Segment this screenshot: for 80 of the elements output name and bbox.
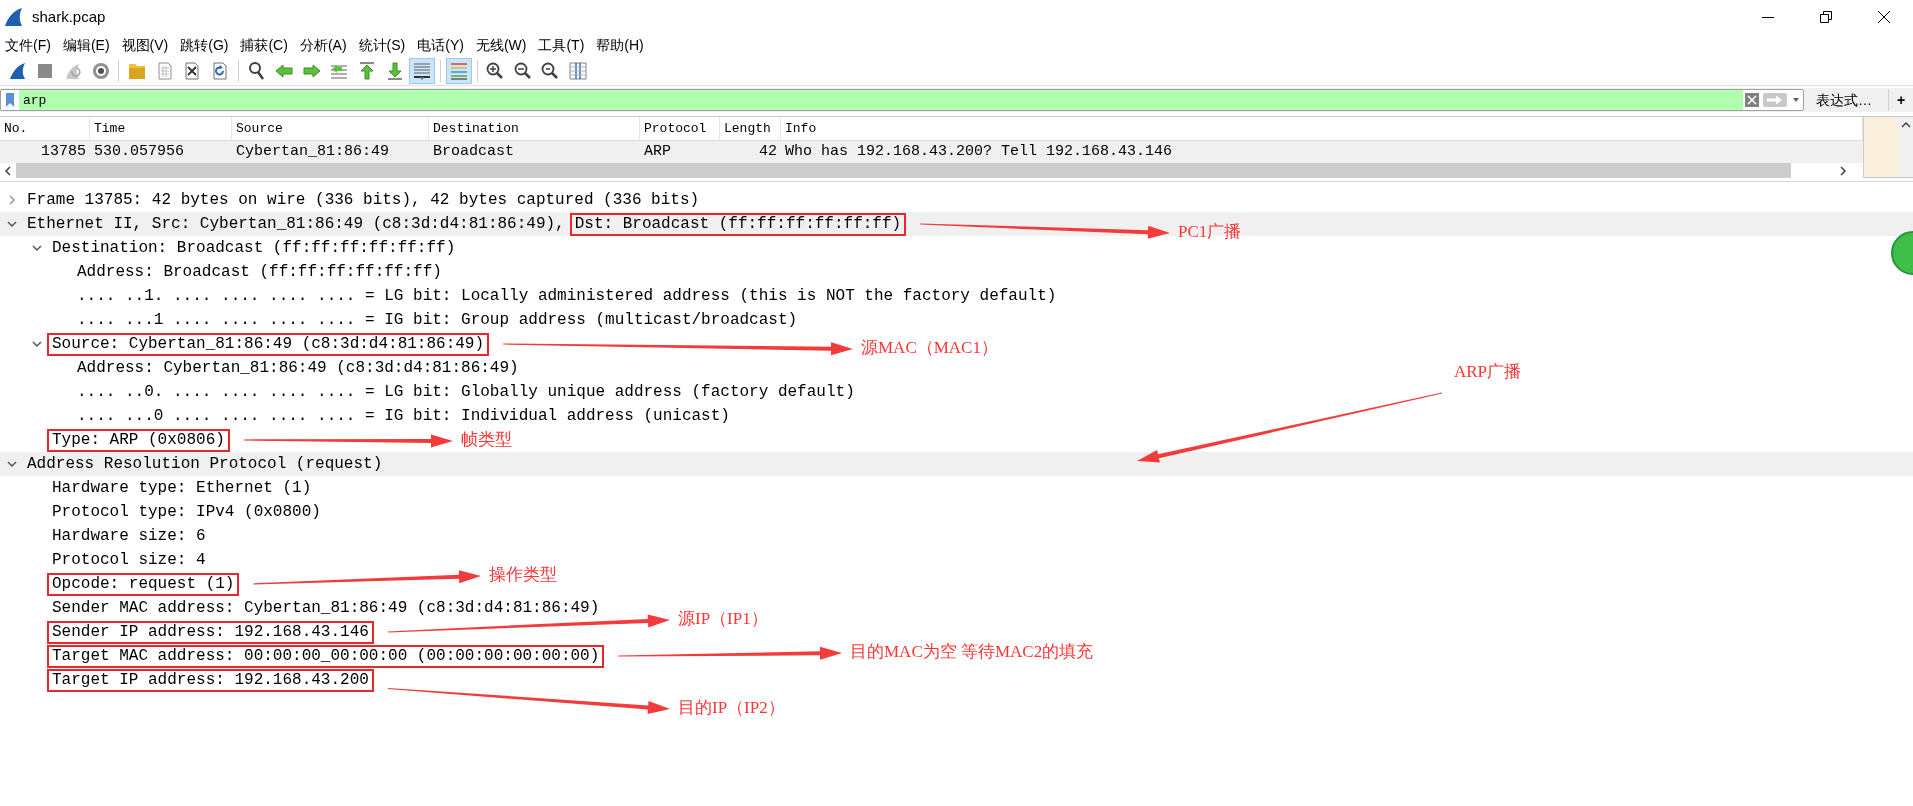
status-badge-icon — [1891, 231, 1913, 275]
column-header[interactable]: Time — [90, 117, 232, 140]
tree-item[interactable]: Address Resolution Protocol (request) — [27, 452, 383, 476]
scroll-right-icon — [1839, 165, 1847, 176]
menu-item[interactable]: 电话(Y) — [412, 34, 471, 56]
tree-item[interactable]: .... ..1. .... .... .... .... = LG bit: Locally administered address (this is NOT the factory default) — [77, 284, 1057, 308]
table-cell-text: Cybertan_81:86:49 — [235, 142, 391, 162]
menu-item[interactable]: 工具(T) — [533, 34, 592, 56]
clear-filter-button[interactable] — [1743, 90, 1761, 110]
menu-item[interactable]: 编辑(E) — [57, 34, 117, 56]
tree-item[interactable]: Protocol type: IPv4 (0x0800) — [52, 500, 321, 524]
window-title: shark.pcap — [32, 6, 106, 27]
tree-item[interactable]: Destination: Broadcast (ff:ff:ff:ff:ff:ff) — [52, 236, 456, 260]
table-cell-text: ARP — [643, 142, 672, 162]
restore-icon — [1820, 11, 1832, 23]
menu-item[interactable]: 捕获(C) — [235, 34, 295, 56]
menu-item[interactable]: 视图(V) — [116, 34, 176, 56]
horizontal-scrollbar[interactable] — [0, 163, 1863, 178]
tree-item[interactable]: .... ..0. .... .... .... .... = LG bit: Globally unique address (factory default) — [77, 380, 855, 404]
annotation-label: 源IP（IP1） — [678, 608, 768, 630]
menu-item[interactable]: 统计(S) — [353, 34, 413, 56]
auto-scroll-icon — [412, 60, 433, 81]
packet-minimap — [1863, 117, 1898, 177]
boxed-tree-item[interactable]: Type: ARP (0x0806) — [47, 428, 230, 452]
table-cell-text: Who has 192.168.43.200? Tell 192.168.43.146 — [784, 142, 1174, 162]
dropdown-caret-icon — [1791, 96, 1801, 104]
search-icon — [246, 60, 267, 81]
tree-item[interactable]: .... ...0 .... .... .... .... = IG bit: Individual address (unicast) — [77, 404, 730, 428]
menu-item[interactable]: 无线(W) — [470, 34, 534, 56]
tree-item[interactable]: Hardware type: Ethernet (1) — [52, 476, 312, 500]
auto-scroll-button[interactable] — [409, 57, 436, 84]
boxed-tree-item[interactable]: Sender IP address: 192.168.43.146 — [47, 620, 374, 644]
gear-icon — [90, 60, 111, 81]
tree-item[interactable]: Address: Cybertan_81:86:49 (c8:3d:d4:81:86:49) — [77, 356, 519, 380]
table-cell-text: 530.057956 — [93, 142, 185, 162]
close-icon — [1878, 11, 1890, 23]
table-cell-text: 42 — [758, 142, 778, 162]
annotation-label: 帧类型 — [461, 429, 512, 451]
tree-item[interactable]: .... ...1 .... .... .... .... = IG bit: Group address (multicast/broadcast) — [77, 308, 798, 332]
annotation-label: 源MAC（MAC1） — [861, 337, 998, 359]
annotation-label: 目的MAC为空 等待MAC2的填充 — [850, 641, 1094, 663]
boxed-tree-item[interactable]: Target IP address: 192.168.43.200 — [47, 668, 374, 692]
column-header[interactable]: Protocol — [640, 117, 720, 140]
add-button[interactable]: + — [1893, 89, 1910, 111]
menu-item[interactable]: 分析(A) — [294, 34, 354, 56]
resize-columns-icon — [568, 60, 589, 81]
scroll-left-icon — [4, 165, 12, 176]
column-header[interactable]: Length — [720, 117, 781, 140]
tree-item[interactable]: Protocol size: 4 — [52, 548, 206, 572]
menu-item[interactable]: 跳转(G) — [175, 34, 236, 56]
tree-item[interactable]: Sender MAC address: Cybertan_81:86:49 (c8:3d:d4:81:86:49) — [52, 596, 600, 620]
column-header[interactable]: No. — [0, 117, 90, 140]
tree-item[interactable]: Hardware size: 6 — [52, 524, 206, 548]
clear-icon — [1745, 93, 1759, 107]
boxed-tree-item[interactable]: Opcode: request (1) — [47, 572, 240, 596]
menu-item[interactable]: 帮助(H) — [591, 34, 651, 56]
annotation-label: ARP广播 — [1454, 361, 1522, 383]
table-cell-text: 13785 — [40, 142, 87, 162]
annotation-label: 目的IP（IP2） — [678, 697, 785, 719]
bookmark-icon — [5, 92, 15, 108]
shark-fin-icon — [4, 7, 24, 27]
vertical-scrollbar[interactable] — [1898, 117, 1913, 177]
colored-lines-icon — [448, 60, 469, 81]
expression-button[interactable]: 表达式… — [1804, 89, 1884, 111]
boxed-tree-item[interactable]: Source: Cybertan_81:86:49 (c8:3d:d4:81:86:49) — [47, 332, 490, 356]
tree-item[interactable]: Ethernet II, Src: Cybertan_81:86:49 (c8:3d:d4:81:86:49), — [27, 212, 565, 236]
colorize-button[interactable] — [445, 57, 472, 84]
boxed-tree-item[interactable]: Dst: Broadcast (ff:ff:ff:ff:ff:ff) — [569, 212, 907, 236]
column-header[interactable]: Source — [232, 117, 429, 140]
column-header[interactable]: Destination — [429, 117, 640, 140]
tree-item[interactable]: Frame 13785: 42 bytes on wire (336 bits), 42 bytes captured (336 bits) — [27, 188, 700, 212]
annotation-label: 操作类型 — [489, 564, 557, 586]
shark-fin-icon — [7, 60, 28, 81]
boxed-tree-item[interactable]: Target MAC address: 00:00:00_00:00:00 (00:00:00:00:00:00) — [47, 644, 605, 668]
tree-item[interactable]: Address: Broadcast (ff:ff:ff:ff:ff:ff) — [77, 260, 442, 284]
menu-item[interactable]: 文件(F) — [0, 34, 58, 56]
table-cell-text: Broadcast — [432, 142, 515, 162]
scroll-up-icon — [1900, 121, 1911, 129]
zoom-out-icon — [512, 60, 533, 81]
annotation-label: PC1广播 — [1178, 221, 1242, 243]
